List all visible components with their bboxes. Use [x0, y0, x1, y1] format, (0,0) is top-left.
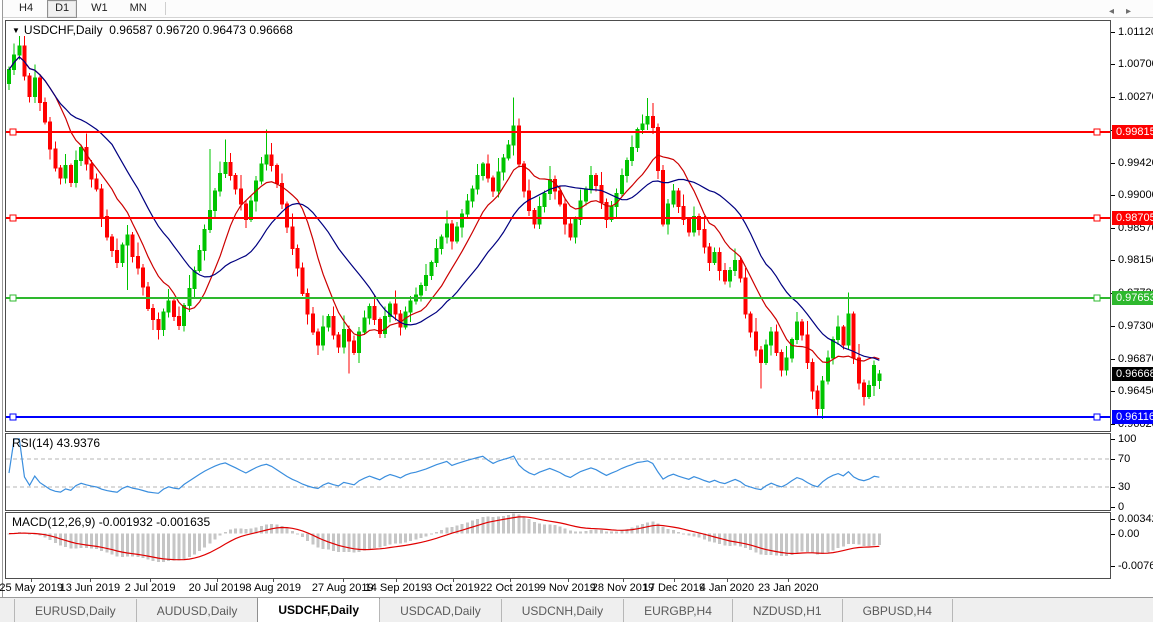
chart-title: ▼ USDCHF,Daily 0.96587 0.96720 0.96473 0.…	[12, 23, 293, 37]
rsi-chart-canvas[interactable]	[6, 434, 1110, 510]
axis-tick	[1111, 534, 1115, 535]
price-axis-label: 1.00700	[1118, 58, 1153, 70]
date-label: 3 Oct 2019	[426, 582, 480, 594]
timeframe-button-h4[interactable]: H4	[11, 0, 41, 18]
timeframe-toolbar: H4 D1 W1 MN	[3, 0, 1153, 18]
date-label: 4 Jan 2020	[700, 582, 754, 594]
price-axis-label: 1.00270	[1118, 91, 1153, 103]
price-badge: 0.97653	[1112, 291, 1153, 305]
timeframe-button-w1[interactable]: W1	[83, 0, 116, 18]
axis-tick	[1111, 359, 1115, 360]
date-label: 9 Nov 2019	[540, 582, 596, 594]
price-axis-label: 1.01120	[1118, 26, 1153, 38]
line-handle	[1094, 295, 1100, 301]
date-label: 25 May 2019	[0, 582, 63, 594]
date-axis: 25 May 201913 Jun 20192 Jul 201920 Jul 2…	[5, 579, 1111, 596]
date-label: 2 Jul 2019	[125, 582, 176, 594]
date-label: 14 Sep 2019	[365, 582, 427, 594]
price-axis-label: 0.99420	[1118, 157, 1153, 169]
axis-tick	[1111, 424, 1115, 425]
symbol-dropdown-icon[interactable]: ▼	[12, 26, 20, 35]
macd-label: MACD(12,26,9) -0.001932 -0.001635	[12, 515, 210, 529]
candlestick-chart-canvas[interactable]	[6, 21, 1110, 431]
axis-tick	[1111, 228, 1115, 229]
rsi-axis-label: 70	[1118, 453, 1130, 465]
chart-tab-eurusd[interactable]: EURUSD,Daily	[14, 599, 137, 622]
chart-tab-usdcnh[interactable]: USDCNH,Daily	[501, 599, 624, 622]
axis-tick	[1111, 391, 1115, 392]
timeframe-button-d1[interactable]: D1	[47, 0, 77, 18]
date-label: 23 Jan 2020	[758, 582, 819, 594]
macd-indicator-panel[interactable]: MACD(12,26,9) -0.001932 -0.001635	[5, 512, 1111, 579]
chart-tab-eurgbp[interactable]: EURGBP,H4	[623, 599, 733, 622]
rsi-line	[9, 439, 879, 493]
chart-ohlc-values: 0.96587 0.96720 0.96473 0.96668	[109, 23, 293, 37]
axis-tick	[1111, 260, 1115, 261]
axis-tick	[1111, 32, 1115, 33]
rsi-indicator-panel[interactable]: RSI(14) 43.9376	[5, 433, 1111, 511]
axis-tick	[1111, 439, 1115, 440]
tab-scroll-left-icon[interactable]: ◂	[1109, 6, 1126, 17]
chart-tab-nzdusd[interactable]: NZDUSD,H1	[732, 599, 843, 622]
rsi-label: RSI(14) 43.9376	[12, 436, 100, 450]
axis-tick	[1111, 459, 1115, 460]
line-handle	[10, 215, 16, 221]
rsi-axis-label: 100	[1118, 433, 1136, 445]
price-axis-label: 0.96870	[1118, 353, 1153, 365]
axis-tick	[1111, 519, 1115, 520]
line-handle	[10, 414, 16, 420]
line-handle	[1094, 215, 1100, 221]
axis-tick	[1111, 195, 1115, 196]
line-handle	[10, 295, 16, 301]
price-badge: 0.98705	[1112, 211, 1153, 225]
axis-tick	[1111, 97, 1115, 98]
chart-tab-audusd[interactable]: AUDUSD,Daily	[136, 599, 259, 622]
toolbar-separator	[165, 2, 166, 15]
axis-tick	[1111, 487, 1115, 488]
candlestick-series	[8, 36, 881, 419]
chart-tab-bar: EURUSD,DailyAUDUSD,DailyUSDCHF,DailyUSDC…	[0, 597, 1153, 622]
chart-symbol: USDCHF,Daily	[24, 23, 103, 37]
line-handle	[10, 129, 16, 135]
tab-scroll-right-icon[interactable]: ▸	[1126, 6, 1143, 17]
line-handle	[1094, 129, 1100, 135]
price-badge: 0.96116	[1112, 410, 1153, 424]
price-axis-label: 0.97300	[1118, 320, 1153, 332]
price-badge: 0.99815	[1112, 125, 1153, 139]
price-axis-label: 0.98150	[1118, 254, 1153, 266]
axis-tick	[1111, 326, 1115, 327]
rsi-axis-label: 0	[1118, 501, 1124, 513]
axis-tick	[1111, 566, 1115, 567]
price-axis-label: 0.99000	[1118, 189, 1153, 201]
price-axis-label: 0.96450	[1118, 385, 1153, 397]
macd-axis-label: 0.00	[1118, 528, 1139, 540]
trading-terminal-window: H4 D1 W1 MN ▼ USDCHF,Daily 0.96587 0.96720 0…	[0, 0, 1153, 622]
axis-tick	[1111, 163, 1115, 164]
window-edge	[2, 0, 3, 622]
chart-tab-gbpusd[interactable]: GBPUSD,H4	[842, 599, 953, 622]
rsi-axis-label: 30	[1118, 481, 1130, 493]
macd-axis-label: -0.007615	[1118, 560, 1153, 572]
date-label: 22 Oct 2019	[480, 582, 540, 594]
date-label: 20 Jul 2019	[189, 582, 246, 594]
tab-scroll-arrows[interactable]: ◂▸	[1109, 6, 1143, 17]
macd-axis-label: 0.003428	[1118, 513, 1153, 525]
chart-tab-usdchf[interactable]: USDCHF,Daily	[257, 598, 380, 622]
chart-tab-usdcad[interactable]: USDCAD,Daily	[379, 599, 502, 622]
price-scale: 1.011201.007001.002700.998400.994200.990…	[1111, 20, 1153, 579]
axis-tick	[1111, 507, 1115, 508]
line-handle	[1094, 414, 1100, 420]
axis-tick	[1111, 64, 1115, 65]
timeframe-button-mn[interactable]: MN	[122, 0, 155, 18]
price-chart-panel[interactable]: ▼ USDCHF,Daily 0.96587 0.96720 0.96473 0.…	[5, 20, 1111, 432]
date-label: 8 Aug 2019	[245, 582, 301, 594]
price-badge: 0.96668	[1112, 367, 1153, 381]
date-label: 17 Dec 2019	[643, 582, 705, 594]
date-label: 13 Jun 2019	[60, 582, 121, 594]
